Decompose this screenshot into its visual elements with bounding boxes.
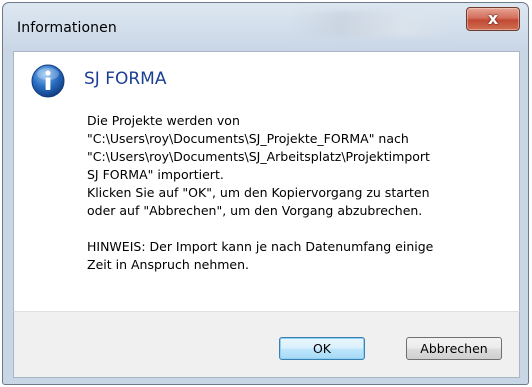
close-icon: x: [487, 9, 499, 28]
message-line: SJ FORMA" importiert.: [87, 167, 224, 182]
dialog-window: Informationen x SJ FORMA Die Projekte we…: [2, 2, 529, 385]
message-line: "C:\Users\roy\Documents\SJ_Arbeitsplatz\…: [87, 149, 430, 164]
message-line: Die Projekte werden von: [87, 113, 240, 128]
message-line: "C:\Users\roy\Documents\SJ_Projekte_FORM…: [87, 131, 409, 146]
info-icon: [31, 64, 65, 98]
close-button[interactable]: x: [466, 7, 520, 31]
title-bar[interactable]: Informationen x: [3, 3, 528, 51]
note-line: HINWEIS: Der Import kann je nach Datenum…: [87, 239, 434, 254]
message-line: Klicken Sie auf "OK", um den Kopiervorga…: [87, 185, 430, 200]
message-body: Die Projekte werden von "C:\Users\roy\Do…: [87, 112, 527, 274]
button-bar: OK Abbrechen: [13, 311, 520, 378]
title-bar-background-blur: [293, 11, 453, 37]
window-title: Informationen: [17, 20, 117, 36]
message-heading: SJ FORMA: [84, 69, 167, 89]
message-area: SJ FORMA Die Projekte werden von "C:\Use…: [13, 51, 520, 312]
note-line: Zeit in Anspruch nehmen.: [87, 257, 250, 272]
cancel-button[interactable]: Abbrechen: [406, 337, 502, 360]
message-line: oder auf "Abbrechen", um den Vorgang abz…: [87, 203, 423, 218]
ok-button[interactable]: OK: [279, 337, 365, 360]
